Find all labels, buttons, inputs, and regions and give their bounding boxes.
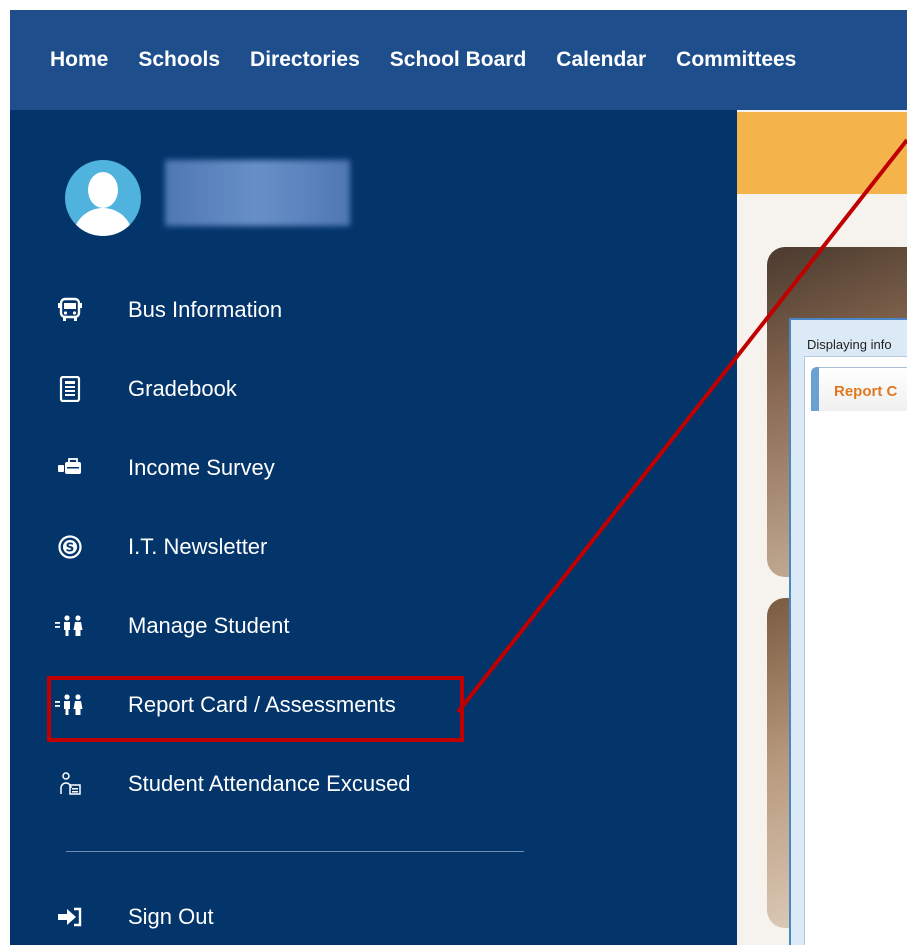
top-navigation: Home Schools Directories School Board Ca… <box>10 10 907 110</box>
sidebar-item-label: Income Survey <box>128 455 275 480</box>
avatar-body <box>73 208 133 236</box>
income-survey-icon <box>50 453 90 483</box>
nav-directories[interactable]: Directories <box>250 48 360 72</box>
sidebar-item-label: Student Attendance Excused <box>128 771 411 796</box>
sign-out-button[interactable]: Sign Out <box>50 892 520 942</box>
alert-banner <box>737 112 907 194</box>
sidebar-item-label: Manage Student <box>128 613 290 638</box>
nav-calendar[interactable]: Calendar <box>556 48 646 72</box>
sign-out-label: Sign Out <box>128 904 214 929</box>
avatar-head <box>88 172 118 208</box>
page-root: Home Schools Directories School Board Ca… <box>0 0 907 945</box>
bus-icon <box>50 295 90 325</box>
sign-out-icon <box>50 902 90 932</box>
sidebar-item-income-survey[interactable]: Income Survey <box>50 443 520 493</box>
nav-school-board[interactable]: School Board <box>390 48 527 72</box>
students-icon <box>50 611 90 641</box>
sidebar: Bus Information Gradebook Income Survey … <box>10 110 737 945</box>
popup-content-panel <box>804 356 907 945</box>
highlight-annotation-box <box>47 676 464 742</box>
gradebook-icon <box>50 374 90 404</box>
sidebar-item-label: I.T. Newsletter <box>128 534 268 559</box>
newsletter-icon: S <box>50 532 90 562</box>
sidebar-item-bus-information[interactable]: Bus Information <box>50 285 520 335</box>
sidebar-item-manage-student[interactable]: Manage Student <box>50 601 520 651</box>
sidebar-item-label: Gradebook <box>128 376 237 401</box>
avatar <box>65 160 141 236</box>
popup-status-text: Displaying info <box>807 337 892 352</box>
tab-active-indicator <box>811 367 819 411</box>
sidebar-divider <box>66 851 524 852</box>
nav-schools[interactable]: Schools <box>138 48 220 72</box>
nav-home[interactable]: Home <box>50 48 108 72</box>
username-redacted <box>165 160 350 226</box>
nav-committees[interactable]: Committees <box>676 48 796 72</box>
svg-text:S: S <box>66 541 75 555</box>
sidebar-item-label: Bus Information <box>128 297 283 322</box>
sidebar-item-it-newsletter[interactable]: S I.T. Newsletter <box>50 522 520 572</box>
sidebar-item-student-attendance-excused[interactable]: Student Attendance Excused <box>50 759 520 809</box>
tab-report-card-label: Report C <box>834 383 898 400</box>
attendance-icon <box>50 769 90 799</box>
sidebar-item-gradebook[interactable]: Gradebook <box>50 364 520 414</box>
